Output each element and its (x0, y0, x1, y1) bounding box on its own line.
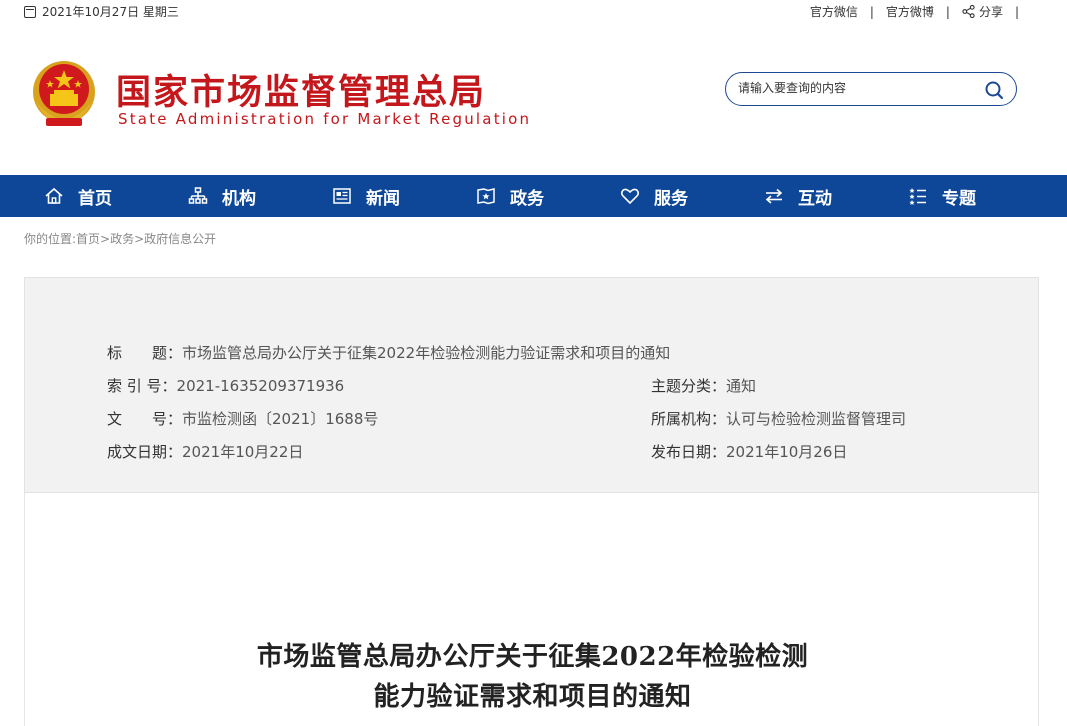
heart-icon (620, 188, 640, 205)
search-box (725, 72, 1017, 106)
topic-icon (909, 188, 926, 205)
info-doc-number-row: 文 号：市监检测函〔2021〕1688号 (107, 408, 378, 429)
info-label: 索 引 号： (107, 377, 177, 395)
separator: | (869, 4, 874, 19)
share-link[interactable]: 分享 (979, 3, 1003, 20)
nav-label: 互动 (798, 188, 832, 209)
nav-item-org[interactable]: 机构 (188, 175, 332, 217)
breadcrumb[interactable]: 你的位置:首页>政务>政府信息公开 (24, 230, 216, 247)
info-value: 2021年10月26日 (726, 443, 848, 461)
top-links: 官方微信 | 官方微博 | 分享 | (810, 3, 1031, 20)
nav-label: 首页 (78, 188, 112, 209)
nav-item-interact[interactable]: 互动 (764, 175, 908, 217)
site-title[interactable]: 国家市场监督管理总局 (116, 64, 486, 115)
info-label: 文 号： (107, 410, 183, 428)
info-published-row: 发布日期：2021年10月26日 (651, 441, 847, 462)
info-title-row: 标 题：市场监管总局办公厅关于征集2022年检验检测能力验证需求和项目的通知 (107, 342, 670, 363)
separator: | (945, 4, 950, 19)
nav-label: 专题 (942, 188, 976, 209)
top-bar: 2021年10月27日 星期三 官方微信 | 官方微博 | 分享 | (0, 0, 1067, 22)
site-header: 国家市场监督管理总局 State Administration for Mark… (0, 22, 1067, 175)
info-value: 2021年10月22日 (182, 443, 304, 461)
info-org-row: 所属机构：认可与检验检测监督管理司 (651, 408, 906, 429)
document-info-panel: 标 题：市场监管总局办公厅关于征集2022年检验检测能力验证需求和项目的通知 索… (24, 277, 1039, 493)
gov-icon (477, 188, 495, 205)
article-body: 市场监管总局办公厅关于征集2022年检验检测 能力验证需求和项目的通知 (24, 492, 1039, 726)
info-label: 发布日期： (651, 443, 727, 461)
search-icon[interactable] (984, 80, 1004, 100)
info-label: 标 题： (107, 344, 183, 362)
news-icon (333, 188, 351, 204)
nav-label: 服务 (654, 188, 688, 209)
nav-label: 机构 (222, 188, 256, 209)
date-display: 2021年10月27日 星期三 (24, 3, 179, 20)
date-text: 2021年10月27日 星期三 (42, 5, 179, 19)
national-emblem-icon[interactable] (26, 56, 102, 132)
org-icon (188, 187, 208, 204)
info-index-row: 索 引 号：2021-1635209371936 (107, 375, 344, 396)
nav-item-home[interactable]: 首页 (44, 175, 188, 217)
article-title-line-1: 市场监管总局办公厅关于征集2022年检验检测 (256, 642, 809, 672)
info-label: 主题分类： (651, 377, 727, 395)
info-value: 市场监管总局办公厅关于征集2022年检验检测能力验证需求和项目的通知 (182, 344, 671, 362)
article-title-line-2: 能力验证需求和项目的通知 (373, 682, 692, 712)
info-label: 成文日期： (107, 443, 183, 461)
share-icon[interactable] (962, 5, 975, 18)
info-value: 2021-1635209371936 (176, 377, 345, 395)
info-value: 市监检测函〔2021〕1688号 (182, 410, 379, 428)
calendar-icon (24, 5, 36, 18)
separator: | (1014, 4, 1019, 19)
info-label: 所属机构： (651, 410, 727, 428)
nav-item-news[interactable]: 新闻 (332, 175, 476, 217)
wechat-link[interactable]: 官方微信 (810, 3, 858, 20)
nav-label: 政务 (510, 188, 544, 209)
search-input[interactable] (738, 81, 978, 95)
nav-item-service[interactable]: 服务 (620, 175, 764, 217)
home-icon (45, 187, 63, 204)
weibo-link[interactable]: 官方微博 (886, 3, 934, 20)
nav-item-gov[interactable]: 政务 (476, 175, 620, 217)
info-value: 认可与检验检测监督管理司 (726, 410, 907, 428)
nav-label: 新闻 (366, 188, 400, 209)
main-nav: 首页 机构 新闻 政务 服务 互动 专题 (0, 175, 1067, 217)
info-created-row: 成文日期：2021年10月22日 (107, 441, 303, 462)
info-value: 通知 (726, 377, 757, 395)
info-category-row: 主题分类：通知 (651, 375, 756, 396)
site-title-english: State Administration for Market Regulati… (118, 110, 532, 128)
nav-item-topic[interactable]: 专题 (908, 175, 1052, 217)
exchange-icon (765, 188, 783, 204)
